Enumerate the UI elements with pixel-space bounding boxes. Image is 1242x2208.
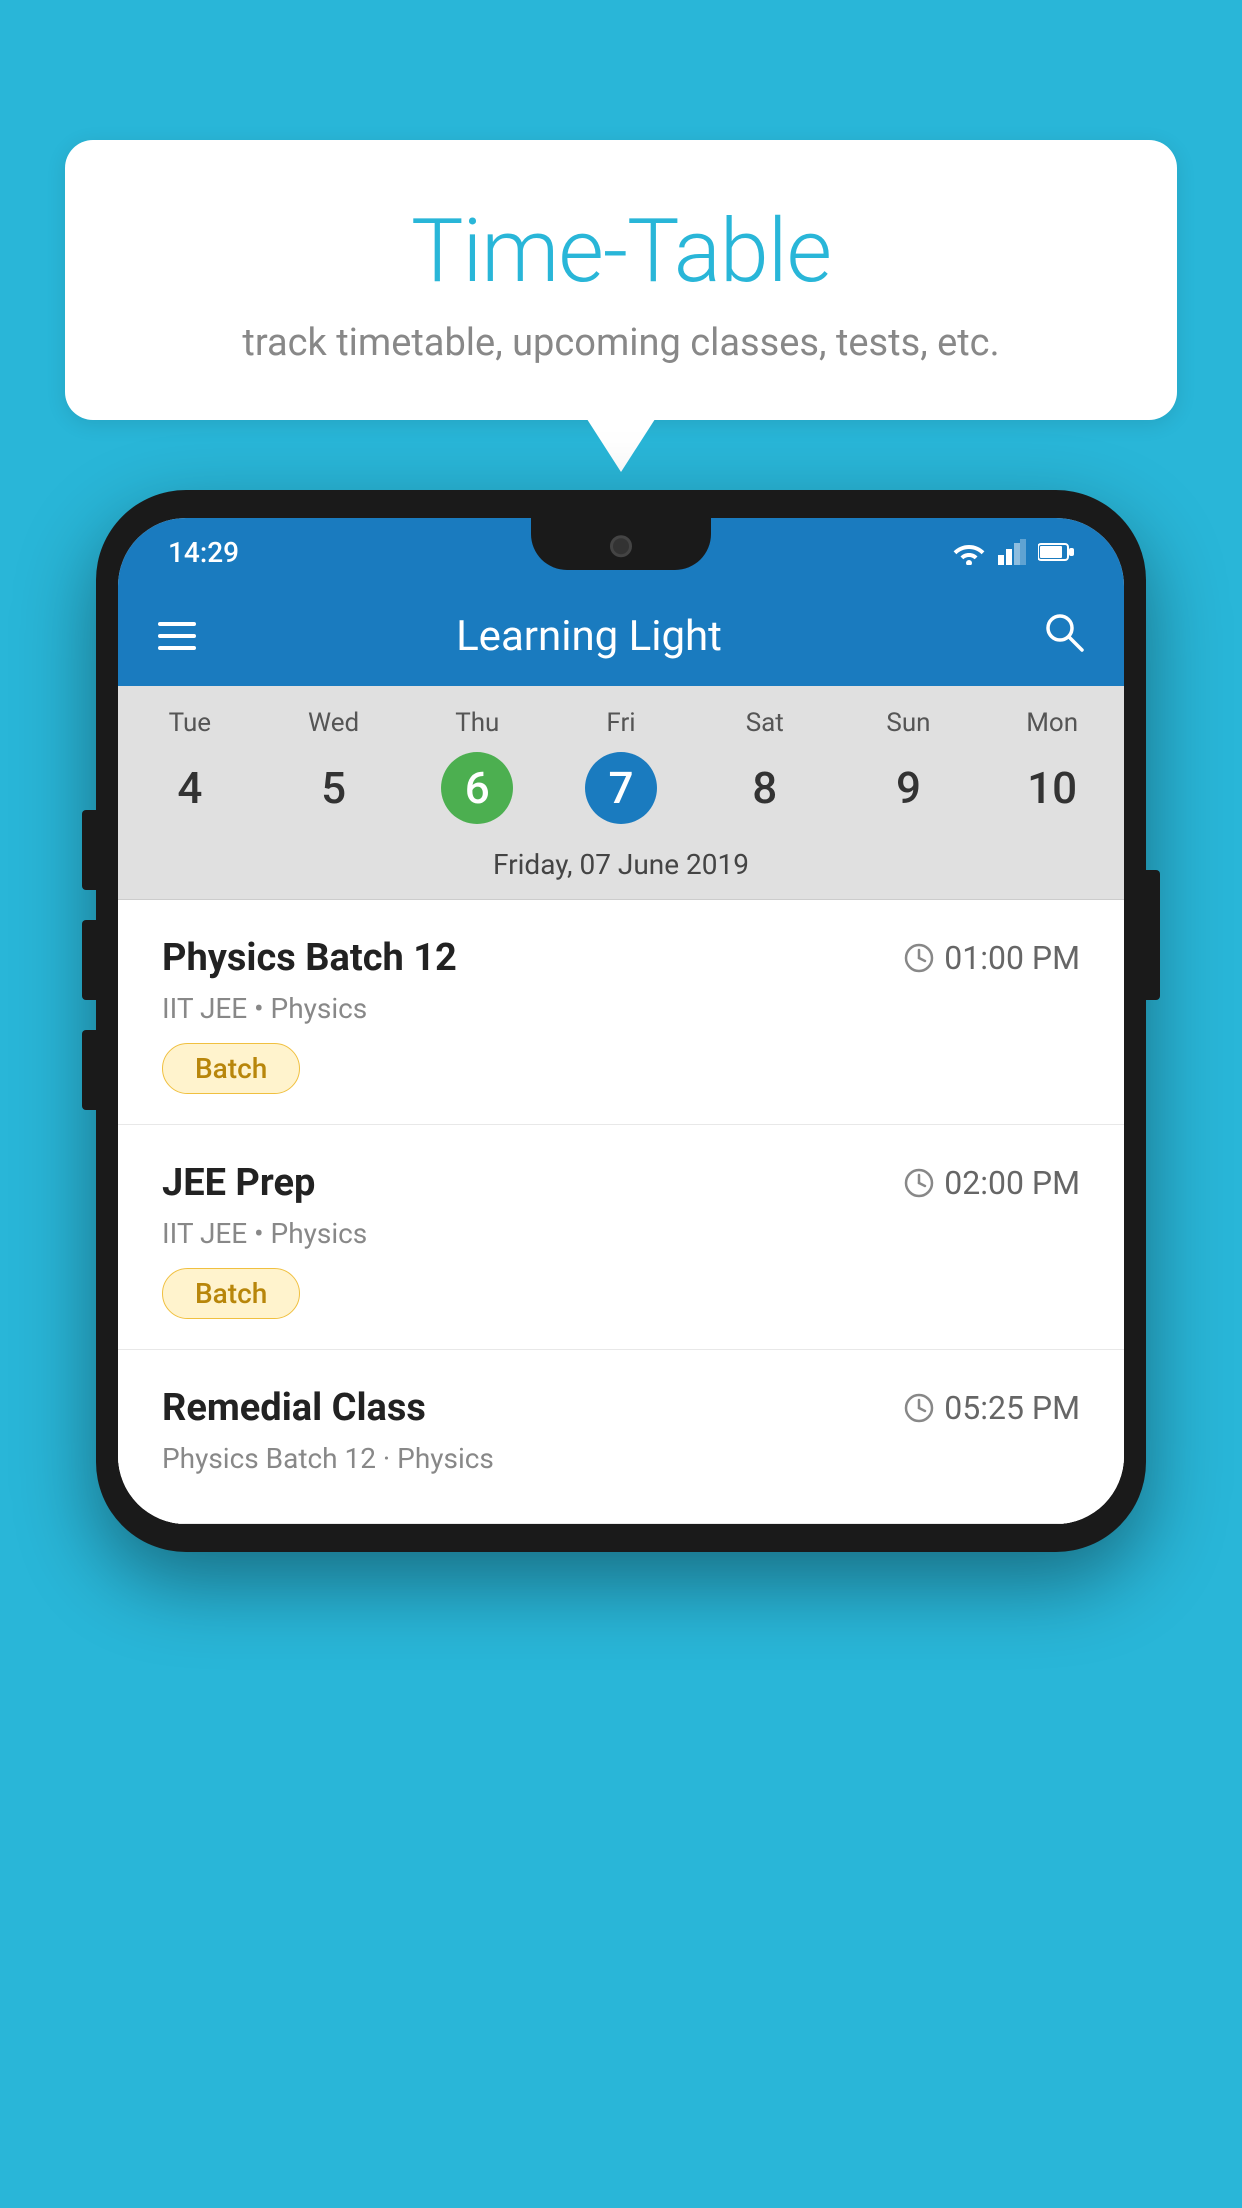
selected-date-label: Friday, 07 June 2019	[118, 834, 1124, 900]
calendar-day-5[interactable]: Wed 5	[262, 708, 406, 824]
speech-bubble: Time-Table track timetable, upcoming cla…	[65, 140, 1177, 420]
day-name: Sat	[693, 708, 837, 738]
day-name: Tue	[118, 708, 262, 738]
day-number[interactable]: 7	[585, 752, 657, 824]
schedule-subtitle: Physics Batch 12 · Physics	[162, 1442, 1080, 1475]
schedule-item[interactable]: JEE Prep 02:00 PM IIT JEE • Physics Batch	[118, 1125, 1124, 1350]
calendar-day-8[interactable]: Sat 8	[693, 708, 837, 824]
schedule-item-header: Physics Batch 12 01:00 PM	[162, 936, 1080, 980]
day-name: Wed	[262, 708, 406, 738]
phone-screen: 14:29	[118, 518, 1124, 1524]
clock-icon	[904, 943, 934, 973]
schedule-time: 02:00 PM	[904, 1164, 1080, 1202]
notch	[531, 518, 711, 570]
battery-icon	[1038, 542, 1074, 562]
hamburger-menu-icon[interactable]	[158, 622, 196, 650]
day-number[interactable]: 8	[729, 752, 801, 824]
schedule-item-header: Remedial Class 05:25 PM	[162, 1386, 1080, 1430]
schedule-item-header: JEE Prep 02:00 PM	[162, 1161, 1080, 1205]
phone-mockup: 14:29	[96, 490, 1146, 1552]
app-title: Learning Light	[232, 612, 946, 661]
schedule-item[interactable]: Remedial Class 05:25 PM Physics Batch 12 ·…	[118, 1350, 1124, 1524]
search-button[interactable]	[1042, 610, 1084, 663]
calendar-day-4[interactable]: Tue 4	[118, 708, 262, 824]
signal-icon	[998, 539, 1026, 565]
schedule-item[interactable]: Physics Batch 12 01:00 PM IIT JEE • Physic…	[118, 900, 1124, 1125]
status-bar: 14:29	[118, 518, 1124, 586]
camera	[610, 535, 632, 557]
schedule-title: Remedial Class	[162, 1386, 426, 1430]
day-name: Mon	[980, 708, 1124, 738]
speech-bubble-container: Time-Table track timetable, upcoming cla…	[65, 140, 1177, 420]
day-number[interactable]: 9	[872, 752, 944, 824]
clock-icon	[904, 1168, 934, 1198]
schedule-subtitle: IIT JEE • Physics	[162, 992, 1080, 1025]
schedule-title: Physics Batch 12	[162, 936, 457, 980]
app-bar: Learning Light	[118, 586, 1124, 686]
day-number[interactable]: 4	[154, 752, 226, 824]
day-name: Sun	[837, 708, 981, 738]
schedule-list: Physics Batch 12 01:00 PM IIT JEE • Physic…	[118, 900, 1124, 1524]
batch-tag: Batch	[162, 1043, 300, 1094]
schedule-title: JEE Prep	[162, 1161, 315, 1205]
day-number[interactable]: 10	[1016, 752, 1088, 824]
batch-tag: Batch	[162, 1268, 300, 1319]
schedule-time: 01:00 PM	[904, 939, 1080, 977]
status-icons	[952, 539, 1074, 565]
calendar-week-row: Tue 4 Wed 5 Thu 6 Fri 7 Sat 8 Sun 9 Mon 10	[118, 686, 1124, 834]
phone-outer: 14:29	[96, 490, 1146, 1552]
wifi-icon	[952, 539, 986, 565]
schedule-time: 05:25 PM	[904, 1389, 1080, 1427]
bubble-title: Time-Table	[115, 200, 1127, 303]
calendar-day-6[interactable]: Thu 6	[405, 708, 549, 824]
day-number[interactable]: 6	[441, 752, 513, 824]
clock-icon	[904, 1393, 934, 1423]
day-name: Fri	[549, 708, 693, 738]
bubble-subtitle: track timetable, upcoming classes, tests…	[115, 321, 1127, 365]
schedule-subtitle: IIT JEE • Physics	[162, 1217, 1080, 1250]
calendar-day-7[interactable]: Fri 7	[549, 708, 693, 824]
day-number[interactable]: 5	[298, 752, 370, 824]
calendar-day-9[interactable]: Sun 9	[837, 708, 981, 824]
status-time: 14:29	[168, 536, 239, 569]
calendar-day-10[interactable]: Mon 10	[980, 708, 1124, 824]
day-name: Thu	[405, 708, 549, 738]
